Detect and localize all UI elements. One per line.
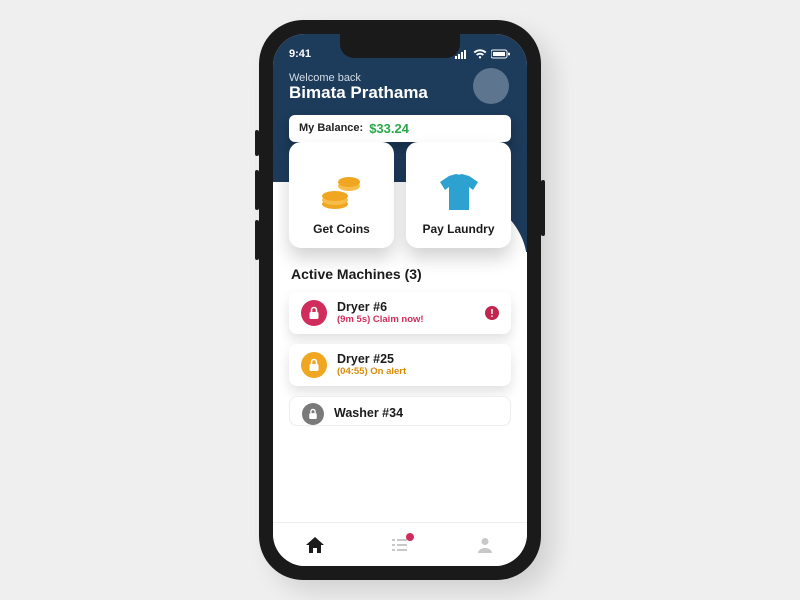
lock-icon <box>301 352 327 378</box>
phone-screen: 9:41 Welcome back Bimata Prathama My Bal… <box>273 34 527 566</box>
machine-status: (9m 5s) Claim now! <box>337 315 424 325</box>
active-machines-title: Active Machines (3) <box>291 266 509 282</box>
phone-side-button <box>255 170 259 210</box>
lock-icon <box>301 300 327 326</box>
user-icon <box>476 536 494 554</box>
tab-profile[interactable] <box>465 529 505 561</box>
machine-name: Dryer #6 <box>337 301 424 315</box>
tab-bar <box>273 522 527 566</box>
avatar[interactable] <box>473 68 509 104</box>
get-coins-card[interactable]: Get Coins <box>289 142 394 248</box>
phone-side-button <box>541 180 545 236</box>
tshirt-icon <box>434 170 484 214</box>
phone-side-button <box>255 130 259 156</box>
machine-item-dryer-25[interactable]: Dryer #25 (04:55) On alert <box>289 344 511 386</box>
machine-item-dryer-6[interactable]: Dryer #6 (9m 5s) Claim now! <box>289 292 511 334</box>
coins-icon <box>317 170 367 214</box>
get-coins-label: Get Coins <box>313 222 370 236</box>
status-time: 9:41 <box>289 48 311 60</box>
status-icons <box>455 49 511 59</box>
balance-amount: $33.24 <box>369 121 409 136</box>
lock-icon <box>302 403 324 425</box>
pay-laundry-label: Pay Laundry <box>422 222 494 236</box>
tab-home[interactable] <box>295 529 335 561</box>
alert-icon <box>485 306 499 320</box>
content-area: Get Coins Pay Laundry Active Machines (3… <box>273 142 527 522</box>
phone-side-button <box>255 220 259 260</box>
notification-dot-icon <box>406 533 414 541</box>
machine-name: Dryer #25 <box>337 353 406 367</box>
battery-icon <box>491 49 511 59</box>
phone-device-frame: 9:41 Welcome back Bimata Prathama My Bal… <box>259 20 541 580</box>
home-icon <box>305 536 325 554</box>
phone-notch <box>340 34 460 58</box>
balance-card[interactable]: My Balance: $33.24 <box>289 115 511 142</box>
pay-laundry-card[interactable]: Pay Laundry <box>406 142 511 248</box>
machine-item-washer-34[interactable]: Washer #34 <box>289 396 511 426</box>
machine-status: (04:55) On alert <box>337 367 406 377</box>
balance-label: My Balance: <box>299 122 363 134</box>
tab-activity[interactable] <box>380 529 420 561</box>
machine-name: Washer #34 <box>334 407 403 421</box>
wifi-icon <box>473 49 487 59</box>
